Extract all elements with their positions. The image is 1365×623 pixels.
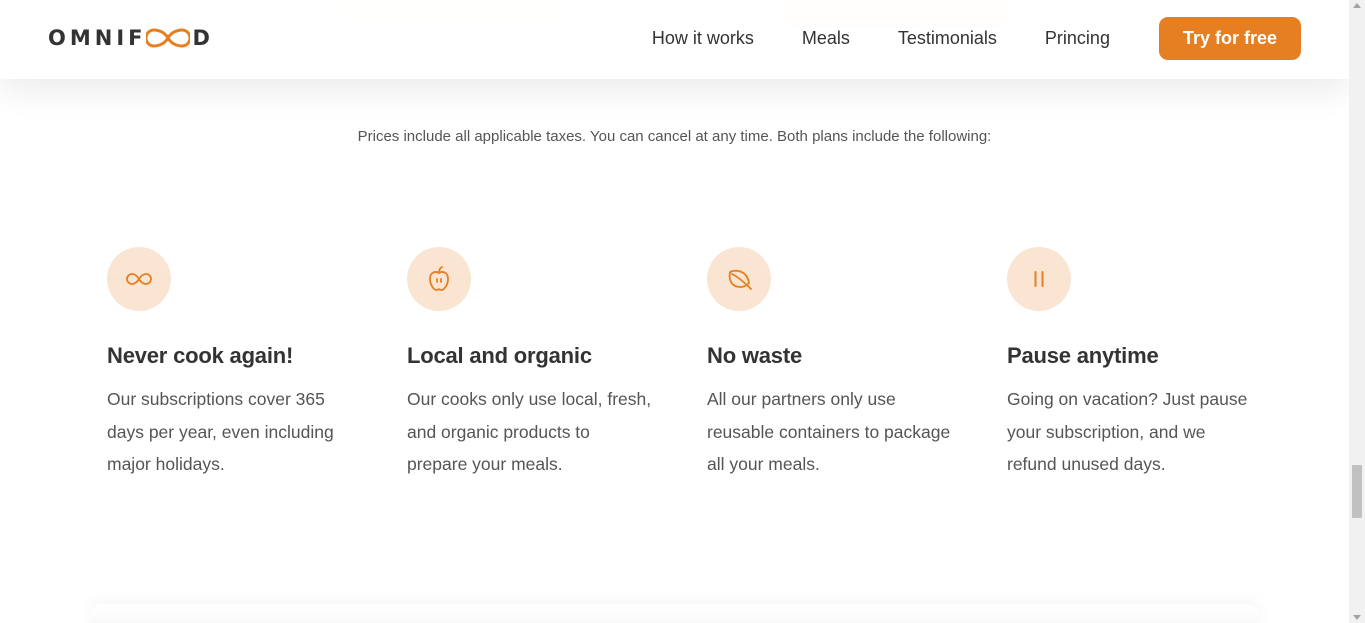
site-header: OMNIF D How it works Meals Testimonials … [0,0,1349,79]
feature-text: Going on vacation? Just pause your subsc… [1007,389,1248,474]
feature-icon-circle [707,247,771,311]
feature-text: Our cooks only use local, fresh, and org… [407,389,652,474]
feature-icon-circle [407,247,471,311]
nav-link-pricing[interactable]: Princing [1045,28,1110,49]
logo-text-left: OMNIF [48,26,147,50]
logo[interactable]: OMNIF D [48,25,214,51]
feature-never-cook: Never cook again! Our subscriptions cove… [107,247,367,481]
infinity-icon [126,273,152,285]
feature-title: No waste [707,343,802,368]
pause-icon [1034,271,1044,287]
infinity-icon [146,28,191,48]
scroll-down-arrow-icon[interactable] [1353,615,1361,620]
feature-pause-anytime: Pause anytime Going on vacation? Just pa… [1007,247,1267,481]
main-nav: How it works Meals Testimonials Princing… [652,17,1301,60]
nav-link-testimonials[interactable]: Testimonials [898,28,997,49]
feature-title: Pause anytime [1007,343,1159,368]
try-for-free-button[interactable]: Try for free [1158,17,1301,60]
nav-link-meals[interactable]: Meals [802,28,850,49]
scrollbar-thumb[interactable] [1352,465,1362,518]
logo-text-right: D [192,26,214,50]
leaf-icon [728,269,752,290]
feature-title: Local and organic [407,343,592,368]
feature-local-organic: Local and organic Our cooks only use loc… [407,247,667,481]
feature-text: All our partners only use reusable conta… [707,389,951,474]
feature-title: Never cook again! [107,343,294,368]
feature-no-waste: No waste All our partners only use reusa… [707,247,967,481]
pricing-note: Prices include all applicable taxes. You… [357,128,992,145]
scroll-up-arrow-icon[interactable] [1353,3,1361,8]
feature-icon-circle [107,247,171,311]
next-section-card [90,604,1260,623]
page: OMNIF D How it works Meals Testimonials … [0,0,1349,623]
vertical-scrollbar[interactable] [1349,0,1365,623]
feature-icon-circle [1007,247,1071,311]
apple-icon [429,266,449,291]
feature-text: Our subscriptions cover 365 days per yea… [107,389,334,474]
nav-link-how-it-works[interactable]: How it works [652,28,754,49]
